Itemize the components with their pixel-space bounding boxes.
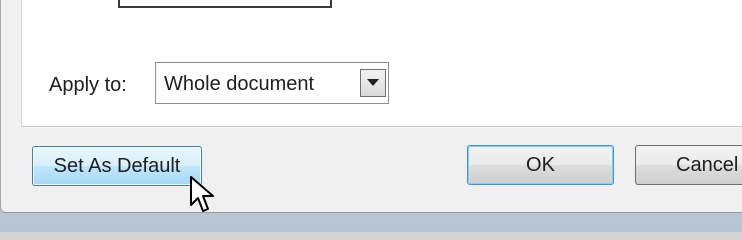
set-as-default-button[interactable]: Set As Default xyxy=(32,146,202,186)
dropdown-button[interactable] xyxy=(360,69,386,97)
apply-to-select[interactable]: Whole document xyxy=(155,62,389,104)
chevron-down-icon xyxy=(367,79,379,86)
page-setup-dialog: Apply to: Whole document Set As Default … xyxy=(0,0,742,213)
apply-to-value: Whole document xyxy=(164,73,315,95)
ok-button[interactable]: OK xyxy=(467,145,614,185)
mouse-pointer-icon xyxy=(190,176,214,212)
cancel-button[interactable]: Cancel xyxy=(635,145,742,185)
apply-to-label: Apply to: xyxy=(49,74,127,96)
preview-box xyxy=(118,0,332,8)
